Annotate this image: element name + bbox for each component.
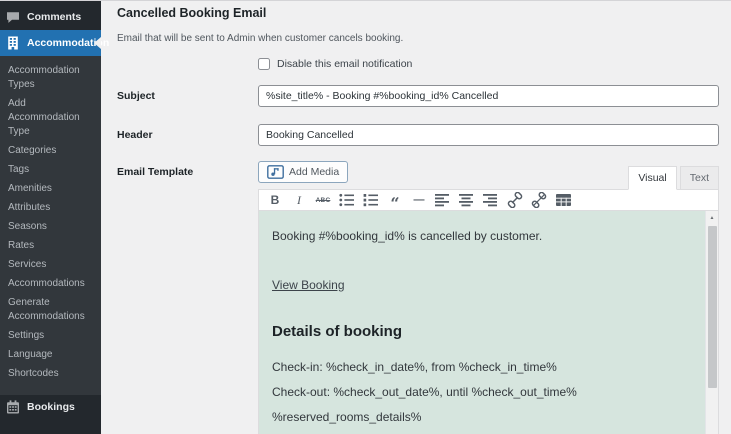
subject-label: Subject [117,90,155,102]
admin-sidebar: Comments Accommodation Accommodation Typ… [0,1,109,434]
numbered-list-icon [363,193,379,207]
remove-link-icon [531,192,547,208]
align-right-icon [483,193,499,207]
checkout-line: Check-out: %check_out_date%, until %chec… [272,385,577,399]
empty-label-spacer [117,58,258,63]
align-center-button[interactable] [455,190,479,210]
editor-heading-details: Details of booking [272,323,403,340]
header-label: Header [117,129,153,141]
email-template-label: Email Template [117,166,194,178]
align-right-button[interactable] [479,190,503,210]
media-icon [267,165,284,179]
blockquote-button[interactable]: “ [383,190,407,213]
page-title: Cancelled Booking Email [117,6,267,20]
subject-row: Subject [117,85,719,107]
disable-notification-label: Disable this email notification [277,58,413,70]
sidebar-item-label: Comments [27,11,82,23]
bulleted-list-button[interactable] [335,190,359,210]
editor-top-bar: Add Media Visual Text [258,161,719,190]
submenu-accommodation-types[interactable]: Accommodation Types [0,61,101,94]
menu-separator [0,419,101,429]
submenu-services[interactable]: Services [0,255,101,274]
disable-notification-checkbox[interactable] [258,58,270,70]
disable-notification-row: Disable this email notification [117,58,719,70]
add-media-label: Add Media [289,166,340,178]
admin-screen: Comments Accommodation Accommodation Typ… [0,0,731,434]
bold-icon: B [270,193,280,207]
submenu-settings[interactable]: Settings [0,326,101,345]
sidebar-item-comments[interactable]: Comments [0,4,101,30]
sidebar-item-appearance[interactable]: Appearance [0,429,101,434]
submenu-rates[interactable]: Rates [0,236,101,255]
tab-visual[interactable]: Visual [628,166,677,190]
editor-scrollbar[interactable]: ▲ [705,211,718,434]
editor-body: Booking #%booking_id% is cancelled by cu… [258,211,719,434]
numbered-list-button[interactable] [359,190,383,210]
submenu-seasons[interactable]: Seasons [0,217,101,236]
submenu-tags[interactable]: Tags [0,160,101,179]
submenu-language[interactable]: Language [0,345,101,364]
bulleted-list-icon [339,193,355,207]
active-menu-arrow [94,37,101,49]
email-template-editor: Add Media Visual Text B I ABC “ — Bookin… [258,161,719,434]
email-template-row: Email Template Add Media Visual Text B I… [117,161,719,434]
header-input[interactable] [258,124,719,146]
submenu-accommodations[interactable]: Accommodations [0,274,101,293]
blockquote-icon: “ [390,194,400,213]
subject-input[interactable] [258,85,719,107]
tab-text[interactable]: Text [679,166,719,190]
sidebar-item-bookings[interactable]: Bookings [0,395,101,419]
sidebar-item-accommodation[interactable]: Accommodation [0,30,109,56]
submenu-shortcodes[interactable]: Shortcodes [0,364,101,383]
accommodation-icon [6,36,20,50]
editor-paragraph-cancelled: Booking #%booking_id% is cancelled by cu… [272,229,543,243]
editor-content-area[interactable]: Booking #%booking_id% is cancelled by cu… [259,211,705,434]
strikethrough-button[interactable]: ABC [311,190,335,210]
align-left-icon [435,193,451,207]
scrollbar-thumb[interactable] [707,226,717,388]
main-content: Cancelled Booking Email Email that will … [101,1,731,434]
align-center-icon [459,193,475,207]
submenu-amenities[interactable]: Amenities [0,179,101,198]
comments-icon [6,10,20,24]
toolbar-toggle-button[interactable] [551,190,575,210]
add-media-button[interactable]: Add Media [258,161,349,183]
horizontal-rule-icon: — [413,194,425,206]
editor-paragraph-dates: Check-in: %check_in_date%, from %check_i… [272,355,693,430]
editor-paragraph-link: View Booking [272,273,693,298]
page-description: Email that will be sent to Admin when cu… [117,33,404,44]
align-left-button[interactable] [431,190,455,210]
italic-icon: I [297,192,301,207]
sidebar-bottom-group: Bookings Appearance Plugins [0,395,101,434]
editor-toolbar: B I ABC “ — [258,189,719,213]
horizontal-rule-button[interactable]: — [407,190,431,210]
reserved-rooms-line: %reserved_rooms_details% [272,410,422,424]
checkin-line: Check-in: %check_in_date%, from %check_i… [272,360,557,374]
insert-link-button[interactable] [503,190,527,210]
submenu-generate-accommodations[interactable]: Generate Accommodations [0,293,101,326]
italic-button[interactable]: I [287,190,311,210]
sidebar-item-label: Bookings [27,401,75,413]
strikethrough-icon: ABC [315,196,331,204]
insert-link-icon [507,192,523,208]
toolbar-toggle-icon [555,194,571,206]
scrollbar-up-arrow[interactable]: ▲ [706,211,718,224]
header-row: Header [117,124,719,146]
submenu-add-accommodation-type[interactable]: Add Accommodation Type [0,94,101,141]
submenu-attributes[interactable]: Attributes [0,198,101,217]
accommodation-submenu: Accommodation Types Add Accommodation Ty… [0,56,101,395]
submenu-categories[interactable]: Categories [0,141,101,160]
bookings-icon [6,400,20,414]
editor-mode-tabs: Visual Text [628,166,719,190]
view-booking-link[interactable]: View Booking [272,278,345,292]
disable-notification-checkbox-wrap[interactable]: Disable this email notification [258,58,719,70]
bold-button[interactable]: B [263,190,287,210]
remove-link-button[interactable] [527,190,551,210]
